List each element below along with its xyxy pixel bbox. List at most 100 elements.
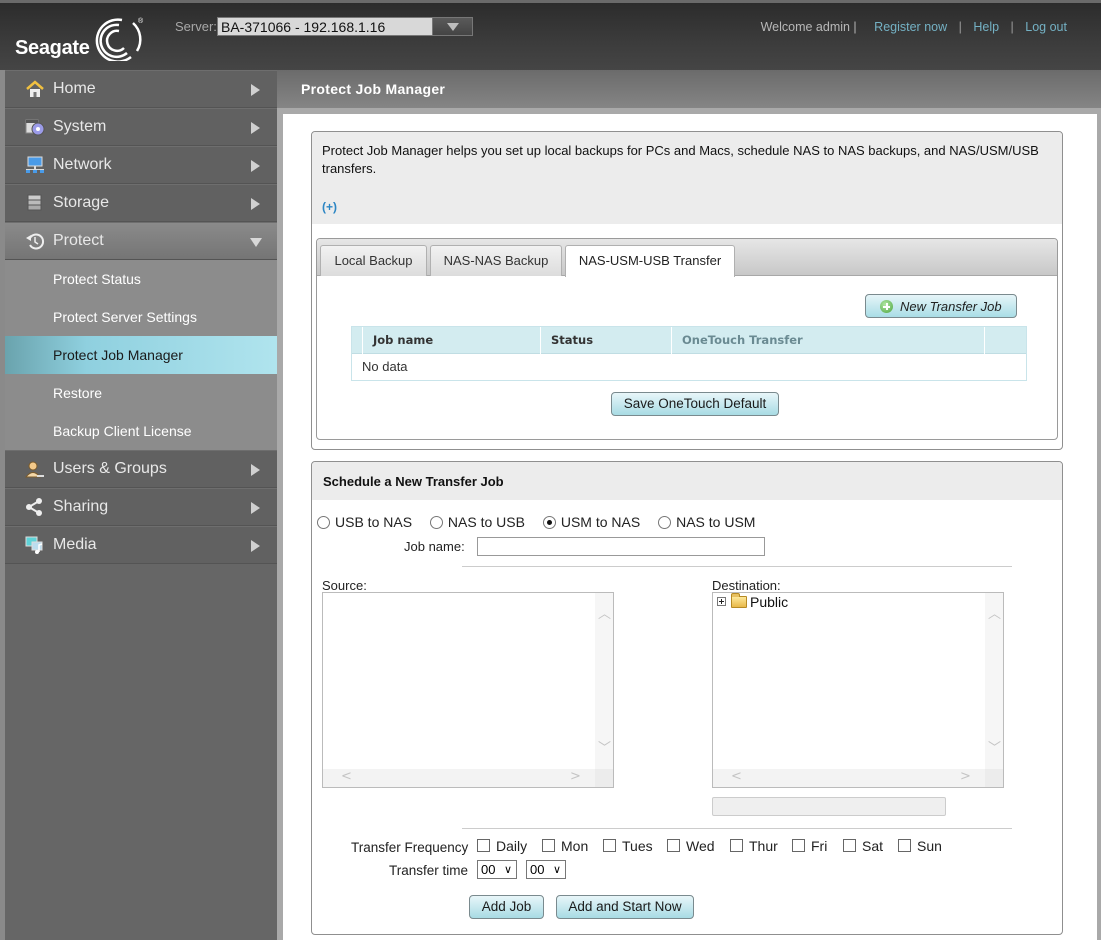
separator: | bbox=[1010, 20, 1014, 34]
scroll-down-icon[interactable]: ﹀ bbox=[598, 737, 611, 756]
scroll-left-icon[interactable]: < bbox=[731, 769, 742, 784]
sidebar-item-label: Media bbox=[53, 536, 97, 553]
radio-usb-to-nas[interactable]: USB to NAS bbox=[317, 514, 412, 530]
chevron-right-icon bbox=[251, 122, 260, 134]
destination-path-field bbox=[712, 797, 946, 816]
tree-node-public[interactable]: Public bbox=[717, 593, 788, 610]
chevron-right-icon bbox=[251, 198, 260, 210]
column-header-job-name[interactable]: Job name bbox=[362, 327, 541, 354]
add-and-start-now-button[interactable]: Add and Start Now bbox=[556, 895, 694, 919]
button-label: New Transfer Job bbox=[900, 299, 1002, 314]
checkbox-thur[interactable]: Thur bbox=[730, 838, 778, 854]
transfer-hour-select[interactable]: 00 ∨ bbox=[477, 860, 517, 879]
welcome-text: Welcome admin | bbox=[760, 20, 857, 34]
seagate-logo[interactable]: Seagate ® bbox=[15, 17, 145, 61]
scroll-right-icon[interactable]: > bbox=[570, 769, 581, 784]
scroll-right-icon[interactable]: > bbox=[960, 769, 971, 784]
sidebar-subitem-protect-status[interactable]: Protect Status bbox=[5, 260, 277, 298]
sidebar-item-home[interactable]: Home bbox=[5, 70, 277, 108]
log-out-link[interactable]: Log out bbox=[1025, 20, 1067, 34]
checkbox-mon[interactable]: Mon bbox=[542, 838, 588, 854]
radio-button[interactable] bbox=[429, 516, 443, 529]
sidebar: Home System Network Storage Protect Prot… bbox=[0, 70, 277, 940]
radio-button[interactable] bbox=[317, 516, 330, 529]
horizontal-scrollbar[interactable]: < > bbox=[713, 769, 987, 787]
radio-button-checked[interactable] bbox=[542, 516, 556, 529]
horizontal-scrollbar[interactable]: < > bbox=[323, 769, 597, 787]
vertical-scrollbar[interactable]: ︿ ﹀ bbox=[985, 593, 1003, 769]
radio-button[interactable] bbox=[658, 516, 672, 529]
sidebar-subitem-protect-server-settings[interactable]: Protect Server Settings bbox=[5, 298, 277, 336]
checkbox[interactable] bbox=[730, 839, 743, 852]
checkbox[interactable] bbox=[792, 839, 805, 852]
checkbox-daily[interactable]: Daily bbox=[477, 838, 527, 854]
user-links: Welcome admin | Register now | Help | Lo… bbox=[761, 20, 1067, 34]
save-onetouch-default-button[interactable]: Save OneTouch Default bbox=[611, 392, 779, 416]
vertical-scrollbar[interactable]: ︿ ﹀ bbox=[595, 593, 613, 769]
checkbox-sat[interactable]: Sat bbox=[843, 838, 883, 854]
column-header-onetouch-transfer[interactable]: OneTouch Transfer bbox=[671, 327, 984, 354]
radio-nas-to-usb[interactable]: NAS to USB bbox=[429, 514, 525, 530]
checkbox[interactable] bbox=[477, 839, 490, 852]
sidebar-item-media[interactable]: Media bbox=[5, 526, 277, 564]
tab-bar: Local Backup NAS-NAS Backup NAS-USM-USB … bbox=[317, 239, 1057, 277]
checkbox-wed[interactable]: Wed bbox=[667, 838, 715, 854]
scroll-corner bbox=[595, 769, 613, 787]
source-tree[interactable]: ︿ ﹀ < > bbox=[322, 592, 614, 788]
direction-radio-group: USB to NAS NAS to USB USM to NAS NAS to … bbox=[317, 514, 769, 530]
sidebar-item-network[interactable]: Network bbox=[5, 146, 277, 184]
schedule-title: Schedule a New Transfer Job bbox=[312, 462, 1062, 500]
sidebar-item-label: Storage bbox=[53, 194, 110, 211]
server-select[interactable]: BA-371066 - 192.168.1.16 bbox=[217, 17, 473, 36]
radio-nas-to-usm[interactable]: NAS to USM bbox=[658, 514, 755, 530]
radio-usm-to-nas[interactable]: USM to NAS bbox=[542, 514, 640, 530]
checkbox[interactable] bbox=[603, 839, 616, 852]
schedule-panel: Schedule a New Transfer Job USB to NAS N… bbox=[311, 461, 1063, 935]
sidebar-item-storage[interactable]: Storage bbox=[5, 184, 277, 222]
add-circle-icon bbox=[880, 300, 893, 313]
checkbox-fri[interactable]: Fri bbox=[792, 838, 827, 854]
sidebar-item-label: Protect bbox=[53, 232, 104, 249]
sidebar-subitem-restore[interactable]: Restore bbox=[5, 374, 277, 412]
chevron-down-icon bbox=[250, 238, 262, 247]
checkbox[interactable] bbox=[667, 839, 680, 852]
sidebar-subitem-backup-client-license[interactable]: Backup Client License bbox=[5, 412, 277, 450]
help-link[interactable]: Help bbox=[973, 20, 999, 34]
scroll-down-icon[interactable]: ﹀ bbox=[988, 737, 1001, 756]
sidebar-item-label: Network bbox=[53, 156, 112, 173]
checkbox[interactable] bbox=[898, 839, 911, 852]
scroll-left-icon[interactable]: < bbox=[341, 769, 352, 784]
register-now-link[interactable]: Register now bbox=[874, 20, 947, 34]
sidebar-subitem-protect-job-manager[interactable]: Protect Job Manager bbox=[5, 336, 277, 374]
sidebar-item-users-groups[interactable]: Users & Groups bbox=[5, 450, 277, 488]
brand-name: Seagate bbox=[15, 37, 90, 59]
expand-more-link[interactable]: (+) bbox=[322, 198, 337, 216]
system-gear-icon bbox=[25, 118, 45, 136]
destination-tree[interactable]: Public ︿ ﹀ < > bbox=[712, 592, 1004, 788]
column-header-status[interactable]: Status bbox=[540, 327, 671, 354]
checkbox-tues[interactable]: Tues bbox=[603, 838, 653, 854]
tab-nas-usm-usb-transfer[interactable]: NAS-USM-USB Transfer bbox=[565, 245, 735, 277]
add-job-button[interactable]: Add Job bbox=[469, 895, 544, 919]
checkbox[interactable] bbox=[843, 839, 856, 852]
checkbox-sun[interactable]: Sun bbox=[898, 838, 942, 854]
destination-label: Destination: bbox=[712, 578, 781, 593]
chevron-right-icon bbox=[251, 160, 260, 172]
sidebar-item-system[interactable]: System bbox=[5, 108, 277, 146]
new-transfer-job-button[interactable]: New Transfer Job bbox=[865, 294, 1017, 318]
tab-nas-nas-backup[interactable]: NAS-NAS Backup bbox=[430, 245, 562, 276]
job-name-input[interactable] bbox=[477, 537, 765, 556]
sidebar-item-sharing[interactable]: Sharing bbox=[5, 488, 277, 526]
jobs-table: Job name Status OneTouch Transfer No dat… bbox=[351, 326, 1027, 381]
expand-plus-icon[interactable] bbox=[717, 597, 726, 606]
sidebar-item-protect[interactable]: Protect bbox=[5, 222, 277, 260]
transfer-minute-select[interactable]: 00 ∨ bbox=[526, 860, 566, 879]
scroll-up-icon[interactable]: ︿ bbox=[988, 603, 1001, 622]
chevron-right-icon bbox=[251, 84, 260, 96]
tab-local-backup[interactable]: Local Backup bbox=[320, 245, 427, 276]
scroll-up-icon[interactable]: ︿ bbox=[598, 603, 611, 622]
transfer-frequency-label: Transfer Frequency bbox=[351, 840, 469, 855]
chevron-down-icon[interactable] bbox=[432, 18, 472, 35]
checkbox[interactable] bbox=[542, 839, 555, 852]
chevron-down-icon: ∨ bbox=[503, 863, 512, 876]
